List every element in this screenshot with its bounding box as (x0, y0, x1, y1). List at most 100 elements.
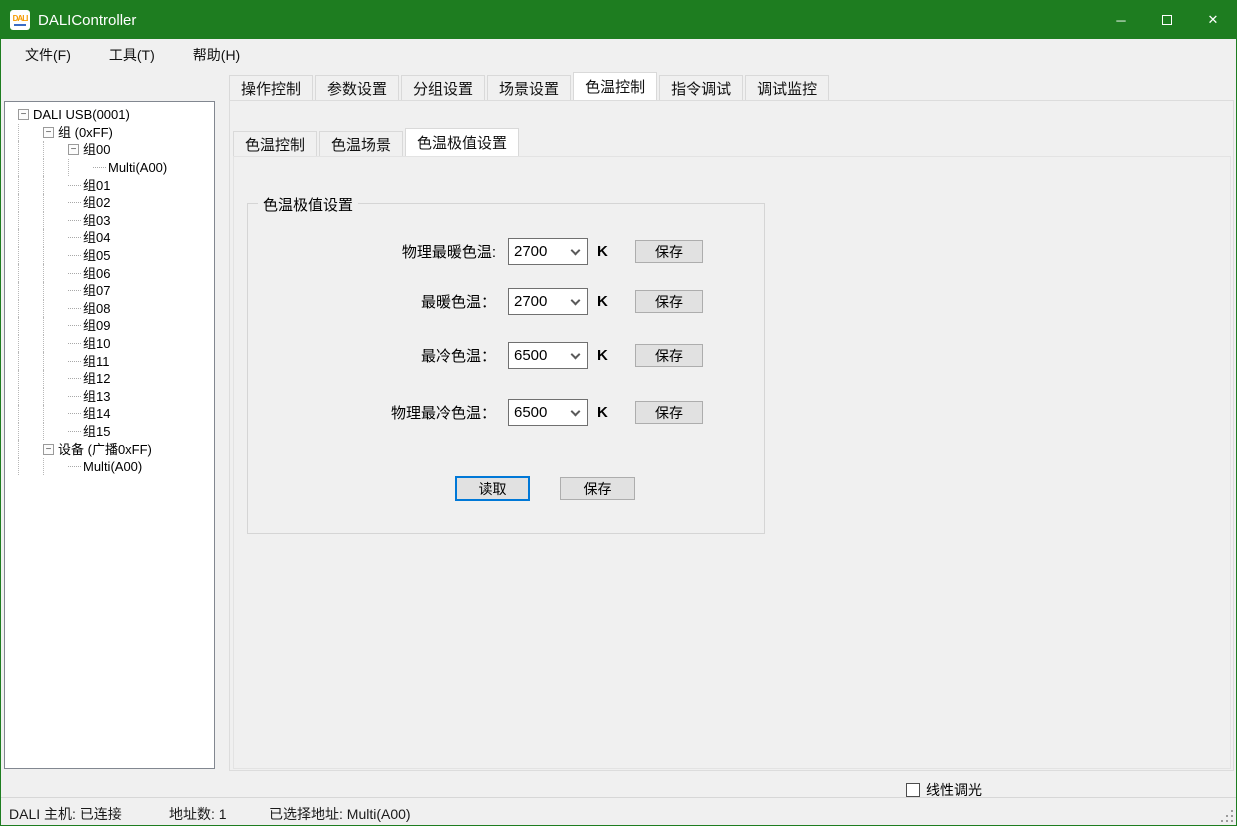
combobox-value: 2700 (509, 293, 572, 310)
tree-item-label: 组14 (83, 405, 110, 422)
tab-debug-monitor[interactable]: 调试监控 (745, 75, 829, 100)
app-icon-text: DALI (13, 15, 28, 23)
tree-item-group14[interactable]: 组14 (5, 405, 214, 423)
tree-item-group01[interactable]: 组01 (5, 176, 214, 194)
tree-item-multi-a00[interactable]: Multi(A00) (5, 159, 214, 177)
physical-warmest-row: 物理最暖色温: 2700 K 保存 (248, 238, 764, 265)
tree-item-group15[interactable]: 组15 (5, 423, 214, 441)
collapse-icon[interactable]: − (68, 144, 79, 155)
tree-item-label: 组 (0xFF) (58, 124, 113, 141)
tree-item-dali-usb[interactable]: − DALI USB(0001) (5, 106, 214, 124)
coolest-combobox[interactable]: 6500 (508, 342, 588, 369)
tree-item-group11[interactable]: 组11 (5, 352, 214, 370)
tree-item-label: 组01 (83, 177, 110, 194)
tree-item-label: 组04 (83, 229, 110, 246)
tree-item-label: 组07 (83, 282, 110, 299)
tab-parameter-settings[interactable]: 参数设置 (315, 75, 399, 100)
menu-file[interactable]: 文件(F) (11, 40, 85, 70)
subtab-color-temp-scene[interactable]: 色温场景 (319, 131, 403, 156)
physical-coolest-label: 物理最冷色温： (248, 402, 508, 423)
tree-item-group10[interactable]: 组10 (5, 335, 214, 353)
tree-item-group08[interactable]: 组08 (5, 300, 214, 318)
physical-warmest-combobox[interactable]: 2700 (508, 238, 588, 265)
tree-item-label: 组06 (83, 265, 110, 282)
tree-item-label: 组10 (83, 335, 110, 352)
chevron-down-icon[interactable] (571, 295, 581, 305)
tree-item-group00[interactable]: − 组00 (5, 141, 214, 159)
tree-item-group02[interactable]: 组02 (5, 194, 214, 212)
menu-tools[interactable]: 工具(T) (95, 40, 169, 70)
tree-item-group09[interactable]: 组09 (5, 317, 214, 335)
unit-label: K (597, 293, 625, 310)
maximize-button[interactable] (1144, 1, 1190, 39)
tree-item-device-broadcast[interactable]: − 设备 (广播0xFF) (5, 440, 214, 458)
maximize-icon (1162, 15, 1172, 25)
unit-label: K (597, 347, 625, 364)
menu-help[interactable]: 帮助(H) (179, 40, 254, 70)
subtab-color-temp-limits[interactable]: 色温极值设置 (405, 128, 519, 156)
warmest-combobox[interactable]: 2700 (508, 288, 588, 315)
status-address-count: 地址数: 1 (169, 804, 227, 824)
tree-item-device-multi-a00[interactable]: Multi(A00) (5, 458, 214, 476)
app-icon: DALI (10, 10, 30, 30)
groupbox-title: 色温极值设置 (258, 194, 358, 215)
tree-item-label: 组11 (83, 353, 110, 370)
tree-item-group13[interactable]: 组13 (5, 388, 214, 406)
sub-tab-bar: 色温控制 色温场景 色温极值设置 (233, 130, 521, 156)
chevron-down-icon[interactable] (571, 406, 581, 416)
combobox-value: 2700 (509, 243, 572, 260)
warmest-label: 最暖色温： (248, 291, 508, 312)
close-button[interactable]: ✕ (1190, 1, 1236, 39)
tree-item-label: 组12 (83, 370, 110, 387)
save-all-button[interactable]: 保存 (560, 477, 635, 500)
unit-label: K (597, 243, 625, 260)
tab-command-debug[interactable]: 指令调试 (659, 75, 743, 100)
warmest-row: 最暖色温： 2700 K 保存 (248, 288, 764, 315)
tree-item-label: DALI USB(0001) (33, 106, 130, 123)
tree-item-label: 组13 (83, 388, 110, 405)
app-icon-bar (14, 24, 26, 26)
tab-scene-settings[interactable]: 场景设置 (487, 75, 571, 100)
save-physical-coolest-button[interactable]: 保存 (635, 401, 703, 424)
tree-item-group03[interactable]: 组03 (5, 212, 214, 230)
collapse-icon[interactable]: − (43, 127, 54, 138)
read-button[interactable]: 读取 (455, 476, 530, 501)
tree-item-group04[interactable]: 组04 (5, 229, 214, 247)
title-bar: DALI DALIController ─ ✕ (1, 1, 1236, 39)
subtab-color-temp-control[interactable]: 色温控制 (233, 131, 317, 156)
tree-item-group-root[interactable]: − 组 (0xFF) (5, 124, 214, 142)
physical-warmest-label: 物理最暖色温: (248, 241, 508, 262)
tree-item-label: 组09 (83, 317, 110, 334)
minimize-icon: ─ (1116, 13, 1125, 28)
tab-color-temp-control[interactable]: 色温控制 (573, 72, 657, 100)
window-title: DALIController (38, 12, 136, 29)
app-window: DALI DALIController ─ ✕ 文件(F) 工具(T) 帮助(H… (0, 0, 1237, 826)
tree-item-label: 设备 (广播0xFF) (58, 441, 152, 458)
tree-item-group12[interactable]: 组12 (5, 370, 214, 388)
tab-operation-control[interactable]: 操作控制 (229, 75, 313, 100)
minimize-button[interactable]: ─ (1098, 1, 1144, 39)
tree-item-group05[interactable]: 组05 (5, 247, 214, 265)
collapse-icon[interactable]: − (43, 444, 54, 455)
save-coolest-button[interactable]: 保存 (635, 344, 703, 367)
unit-label: K (597, 404, 625, 421)
save-warmest-button[interactable]: 保存 (635, 290, 703, 313)
tab-grouping-settings[interactable]: 分组设置 (401, 75, 485, 100)
coolest-label: 最冷色温： (248, 345, 508, 366)
chevron-down-icon[interactable] (571, 245, 581, 255)
device-tree: − DALI USB(0001) − 组 (0xFF) − 组00 Multi(… (4, 101, 215, 769)
linear-dimming-label: 线性调光 (926, 780, 982, 800)
chevron-down-icon[interactable] (571, 349, 581, 359)
combobox-value: 6500 (509, 404, 572, 421)
physical-coolest-row: 物理最冷色温： 6500 K 保存 (248, 399, 764, 426)
coolest-row: 最冷色温： 6500 K 保存 (248, 342, 764, 369)
physical-coolest-combobox[interactable]: 6500 (508, 399, 588, 426)
tree-item-group07[interactable]: 组07 (5, 282, 214, 300)
status-bar: DALI 主机: 已连接 地址数: 1 已选择地址: Multi(A00) (1, 797, 1236, 825)
linear-dimming-checkbox[interactable] (906, 783, 920, 797)
resize-grip[interactable] (1221, 810, 1233, 822)
tree-item-group06[interactable]: 组06 (5, 264, 214, 282)
tree-item-label: 组03 (83, 212, 110, 229)
collapse-icon[interactable]: − (18, 109, 29, 120)
save-physical-warmest-button[interactable]: 保存 (635, 240, 703, 263)
